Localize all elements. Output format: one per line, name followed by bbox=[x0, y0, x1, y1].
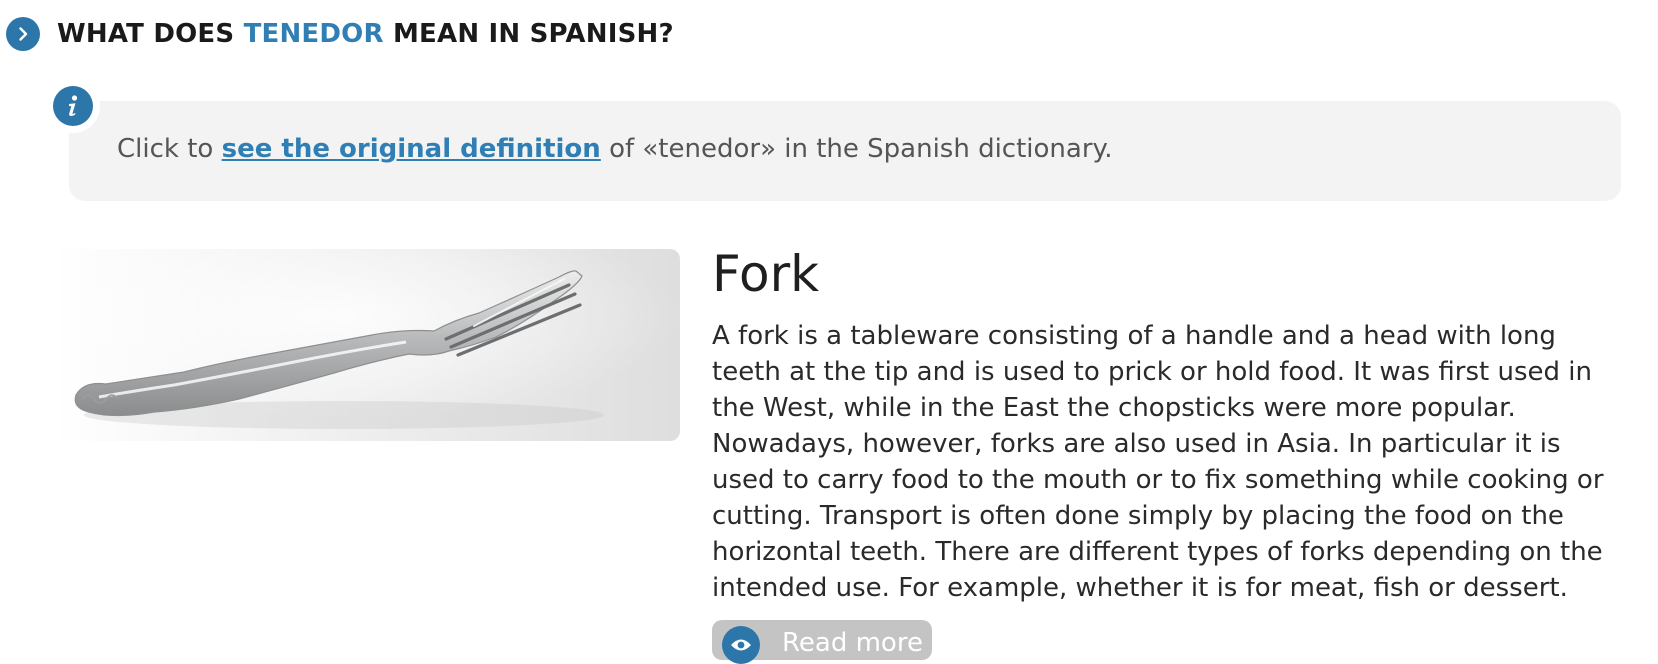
original-definition-link[interactable]: see the original definition bbox=[222, 134, 601, 164]
section-heading: WHAT DOES TENEDOR MEAN IN SPANISH? bbox=[57, 19, 674, 49]
fork-image bbox=[54, 249, 680, 441]
heading-prefix: WHAT DOES bbox=[57, 19, 235, 49]
entry-description: A fork is a tableware consisting of a ha… bbox=[712, 321, 1604, 603]
entry-title: Fork bbox=[712, 245, 820, 303]
info-tail: of «tenedor» in the Spanish dictionary. bbox=[609, 134, 1113, 164]
info-badge bbox=[46, 79, 100, 133]
read-more-label: Read more bbox=[782, 628, 923, 658]
dictionary-info-box: Click to see the original definition of … bbox=[69, 101, 1621, 201]
heading-suffix: MEAN IN SPANISH? bbox=[392, 19, 674, 49]
section-heading-row: WHAT DOES TENEDOR MEAN IN SPANISH? bbox=[6, 17, 674, 51]
info-icon bbox=[53, 86, 93, 126]
definition-entry: Fork A fork is a tableware consisting of… bbox=[712, 244, 1622, 606]
read-more-button[interactable]: Read more bbox=[712, 620, 932, 664]
eye-icon bbox=[722, 626, 760, 664]
chevron-right-icon[interactable] bbox=[6, 17, 40, 51]
heading-word: TENEDOR bbox=[243, 19, 384, 49]
info-text: Click to see the original definition of … bbox=[117, 134, 1112, 164]
info-lead: Click to bbox=[117, 134, 214, 164]
